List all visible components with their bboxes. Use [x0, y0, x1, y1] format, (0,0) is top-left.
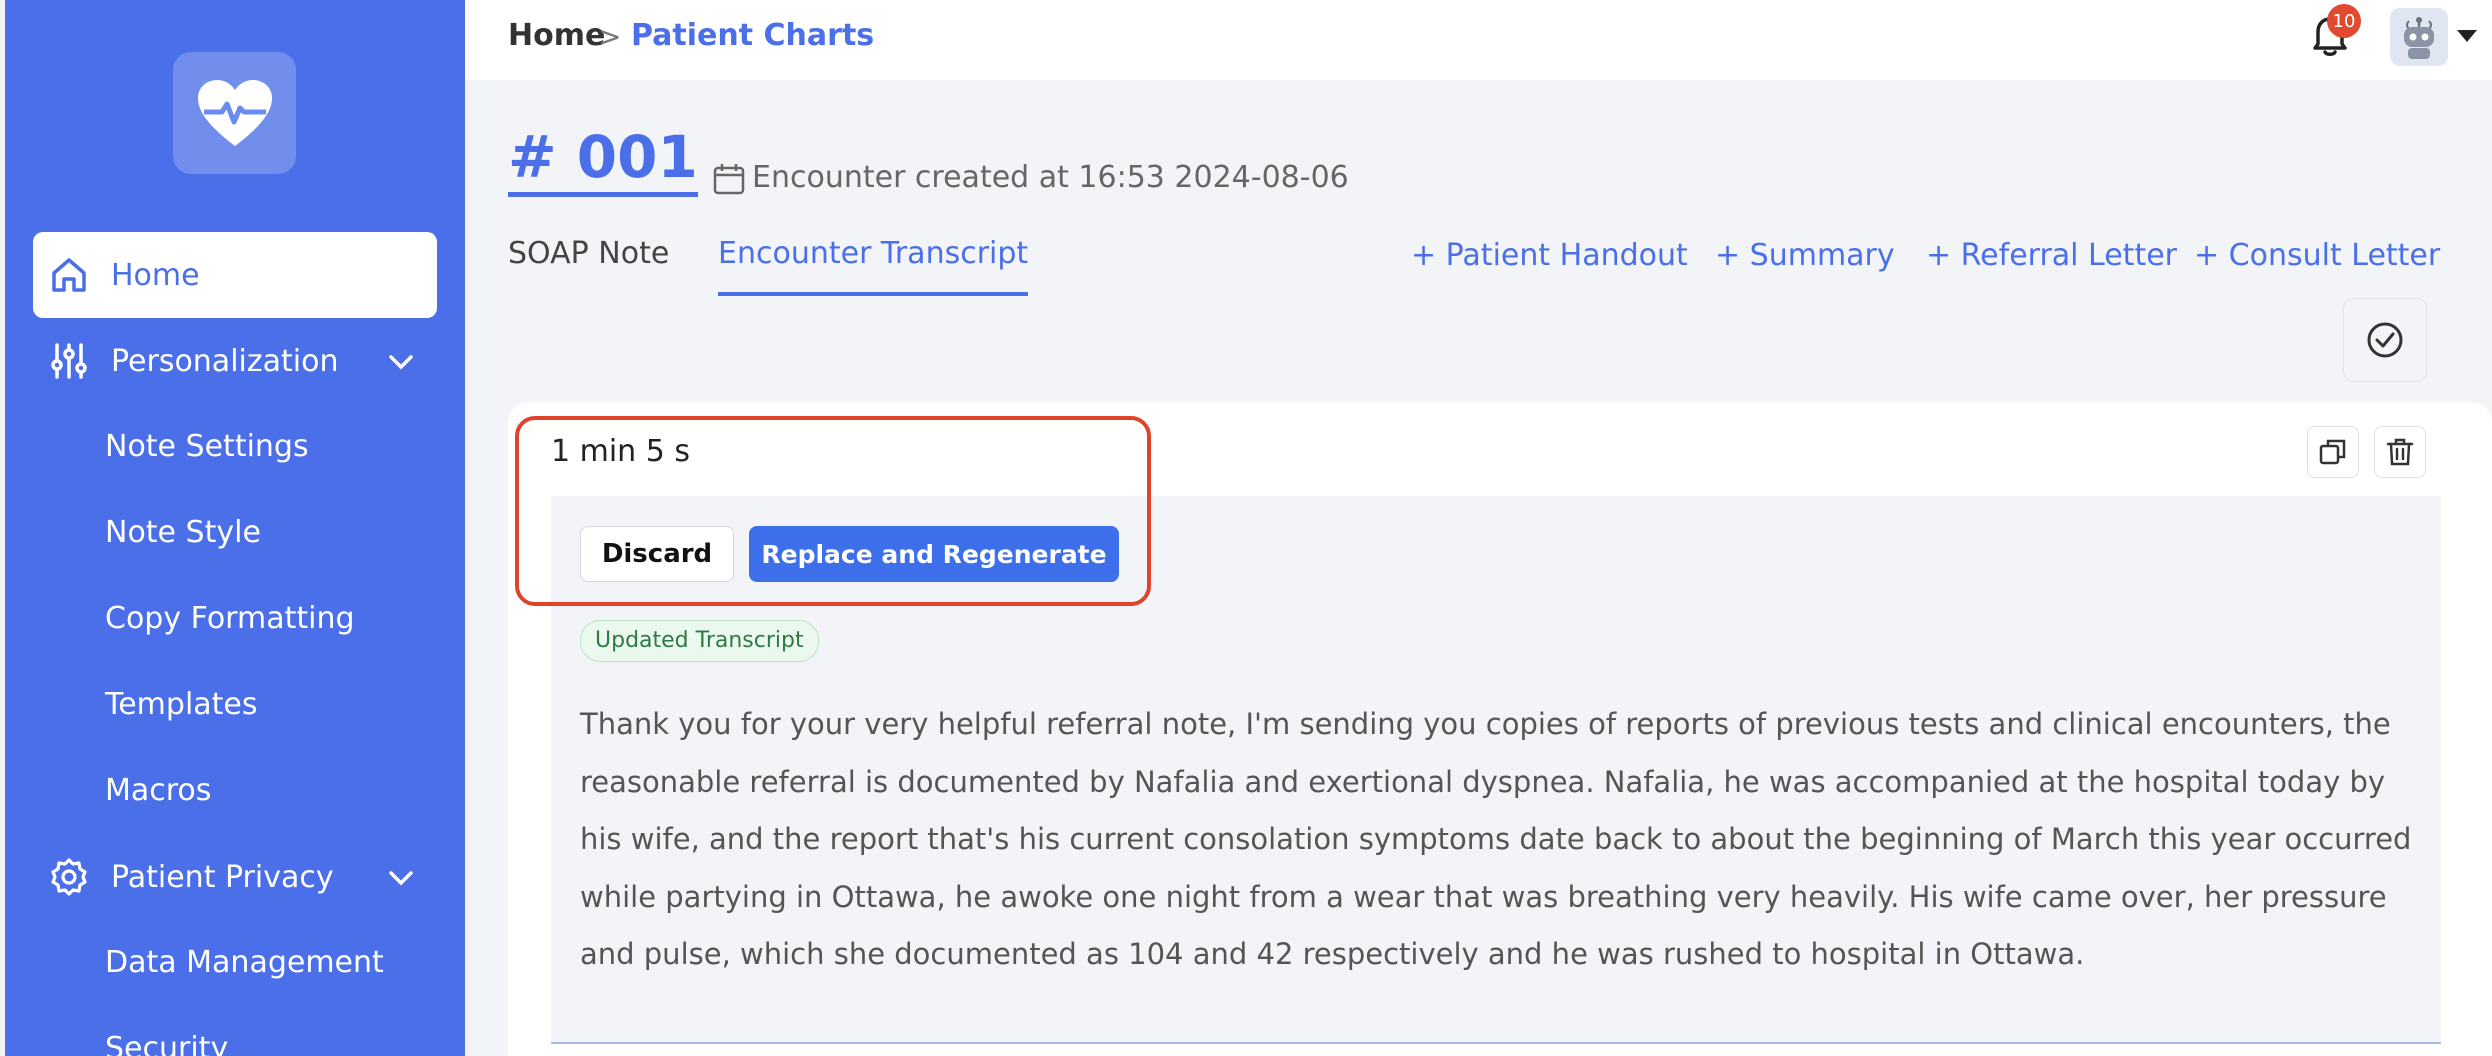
- sidebar-item-data-management[interactable]: Data Management: [105, 938, 384, 988]
- sidebar-item-macros[interactable]: Macros: [105, 766, 211, 816]
- sidebar-item-patient-privacy[interactable]: Patient Privacy: [33, 834, 437, 920]
- notification-badge: 10: [2327, 4, 2361, 38]
- encounter-created-date: Encounter created at 16:53 2024-08-06: [752, 160, 1349, 195]
- transcript-text: Thank you for your very helpful referral…: [580, 707, 2412, 972]
- sidebar-item-label: Personalization: [111, 343, 339, 379]
- sidebar: Home Personalization Note Settings Note …: [5, 0, 465, 1056]
- sidebar-item-copy-formatting[interactable]: Copy Formatting: [105, 594, 355, 644]
- chevron-down-icon[interactable]: [385, 346, 417, 378]
- sidebar-item-note-settings[interactable]: Note Settings: [105, 422, 309, 472]
- home-icon: [47, 253, 91, 297]
- topbar: Home > Patient Charts 10: [465, 0, 2492, 80]
- check-circle-icon: [2367, 322, 2403, 358]
- sidebar-item-security[interactable]: Security: [105, 1024, 228, 1056]
- highlight-annotation: [515, 416, 1151, 606]
- breadcrumb-separator: >: [598, 20, 622, 53]
- finalize-button[interactable]: [2343, 298, 2427, 382]
- tab-soap-note[interactable]: SOAP Note: [508, 236, 669, 296]
- delete-button[interactable]: [2374, 426, 2426, 478]
- sidebar-item-home[interactable]: Home: [33, 232, 437, 318]
- add-summary-link[interactable]: + Summary: [1715, 238, 1895, 273]
- add-referral-letter-link[interactable]: + Referral Letter: [1926, 238, 2177, 273]
- sidebar-item-label: Patient Privacy: [111, 859, 334, 895]
- sidebar-item-label: Home: [111, 257, 200, 293]
- updated-transcript-tag: Updated Transcript: [580, 620, 819, 662]
- robot-avatar-icon: [2404, 17, 2434, 59]
- trash-icon: [2386, 438, 2414, 466]
- breadcrumb-home[interactable]: Home: [508, 18, 605, 53]
- add-patient-handout-link[interactable]: + Patient Handout: [1411, 238, 1688, 273]
- avatar-menu-caret-icon[interactable]: [2457, 30, 2477, 42]
- encounter-id: # 001: [508, 122, 698, 197]
- breadcrumb-current[interactable]: Patient Charts: [631, 18, 874, 53]
- sidebar-item-personalization[interactable]: Personalization: [33, 318, 437, 404]
- chevron-down-icon[interactable]: [385, 862, 417, 894]
- copy-button[interactable]: [2307, 426, 2359, 478]
- sliders-icon: [47, 339, 91, 383]
- sidebar-item-templates[interactable]: Templates: [105, 680, 258, 730]
- calendar-icon: [713, 164, 745, 195]
- avatar[interactable]: [2390, 8, 2448, 66]
- app-logo[interactable]: [173, 52, 296, 174]
- heart-pulse-icon: [197, 80, 272, 146]
- gear-icon: [47, 855, 91, 899]
- tab-encounter-transcript[interactable]: Encounter Transcript: [718, 236, 1029, 296]
- sidebar-item-note-style[interactable]: Note Style: [105, 508, 261, 558]
- copy-icon: [2319, 439, 2346, 465]
- add-consult-letter-link[interactable]: + Consult Letter: [2194, 238, 2440, 273]
